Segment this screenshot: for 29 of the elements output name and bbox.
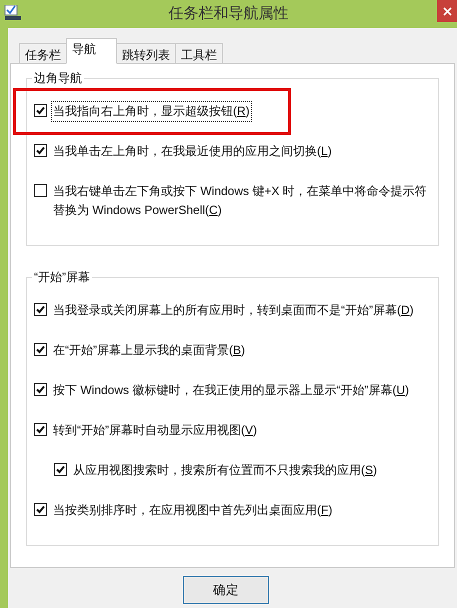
checkbox-label[interactable]: 在“开始”屏幕上显示我的桌面背景(B)	[51, 340, 248, 361]
checkbox-label[interactable]: 当我单击左上角时，在我最近使用的应用之间切换(L)	[51, 141, 334, 162]
checkbox[interactable]	[54, 463, 67, 476]
checkbox-label[interactable]: 当我指向右上角时，显示超级按钮(R)	[51, 101, 252, 122]
checkbox[interactable]	[34, 423, 47, 436]
checkbox[interactable]	[34, 104, 47, 117]
checkbox[interactable]	[34, 383, 47, 396]
checkbox-label[interactable]: 当我右键单击左下角或按下 Windows 键+X 时，在菜单中将命令提示符替换为 Windows PowerShell(C)	[51, 181, 436, 221]
tab[interactable]: 任务栏	[19, 43, 67, 64]
checkbox-label[interactable]: 转到“开始”屏幕时自动显示应用视图(V)	[51, 420, 260, 441]
group-title: 边角导航	[32, 70, 84, 86]
tab[interactable]: 工具栏	[175, 43, 223, 64]
checkbox[interactable]	[34, 503, 47, 516]
app-icon	[4, 5, 22, 20]
checkbox-label[interactable]: 当我登录或关闭屏幕上的所有应用时，转到桌面而不是“开始”屏幕(D)	[51, 300, 416, 321]
window-title: 任务栏和导航属性	[168, 4, 288, 24]
checkbox-label[interactable]: 按下 Windows 徽标键时，在我正使用的显示器上显示“开始”屏幕(U)	[51, 380, 412, 401]
close-button[interactable]	[437, 0, 457, 22]
checkbox[interactable]	[34, 144, 47, 157]
group-title: “开始”屏幕	[32, 269, 92, 285]
checkbox-label[interactable]: 当按类别排序时，在应用视图中首先列出桌面应用(F)	[51, 500, 334, 521]
checkbox[interactable]	[34, 343, 47, 356]
checkbox[interactable]	[34, 184, 47, 197]
close-icon	[442, 6, 452, 16]
checkbox[interactable]	[34, 303, 47, 316]
tab[interactable]: 跳转列表	[116, 43, 176, 64]
ok-button[interactable]: 确定	[183, 576, 269, 604]
checkbox-label[interactable]: 从应用视图搜索时，搜索所有位置而不只搜索我的应用(S)	[71, 460, 380, 481]
tab[interactable]: 导航	[66, 38, 117, 64]
